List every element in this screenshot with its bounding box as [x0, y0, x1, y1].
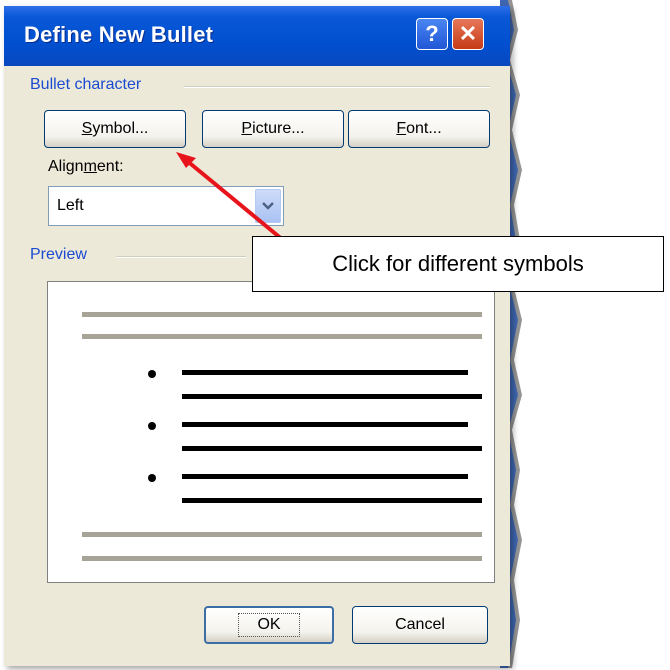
annotation-arrow: [176, 152, 302, 256]
annotation-callout: Click for different symbols: [252, 236, 664, 292]
callout-text: Click for different symbols: [332, 251, 584, 276]
